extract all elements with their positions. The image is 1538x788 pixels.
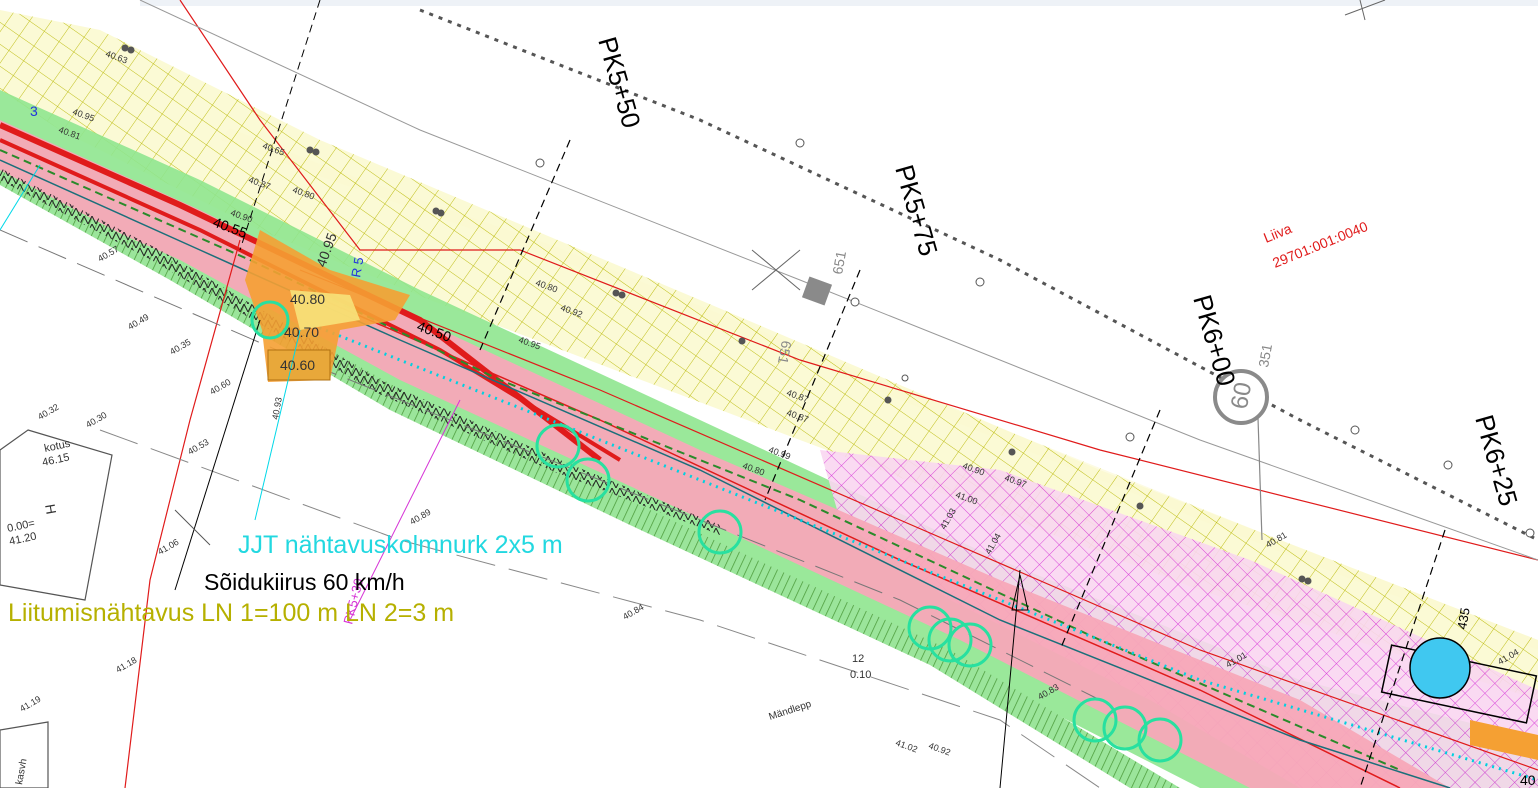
svg-text:40.60: 40.60 (208, 377, 233, 397)
well-circle (1409, 637, 1471, 699)
legend-junction-visibility: Liitumisnähtavus LN 1=100 m LN 2=3 m (8, 599, 454, 627)
svg-text:41.02: 41.02 (894, 737, 919, 754)
label-tree-count: 12 (852, 653, 864, 665)
svg-text:40.89: 40.89 (408, 507, 433, 527)
map-canvas[interactable]: PK5+50 PK5+75 PK6+00 PK6+25 Liiva 29701:… (0, 0, 1538, 788)
legend-visibility-triangle: JJT nähtavuskolmnurk 2x5 m (238, 531, 563, 559)
label-40: 40 (1520, 772, 1536, 788)
elev-40-60-big: 40.60 (280, 357, 315, 373)
label-351: 351 (1255, 343, 1275, 369)
road-plan-drawing: PK5+50 PK5+75 PK6+00 PK6+25 Liiva 29701:… (0, 0, 1538, 788)
svg-text:41.19: 41.19 (18, 694, 43, 714)
label-kasvh: kasvh (14, 758, 29, 786)
station-label-pk6-25: PK6+25 (1469, 411, 1524, 509)
label-3: 3 (30, 103, 38, 119)
grey-square-object (801, 276, 833, 306)
svg-text:40.84: 40.84 (621, 602, 646, 622)
svg-text:40.93: 40.93 (270, 396, 284, 420)
kotus-diagonal (174, 509, 211, 546)
speed-sign-post (1257, 417, 1263, 541)
svg-text:40.57: 40.57 (96, 244, 121, 264)
speed-sign-value: 60 (1226, 380, 1257, 411)
svg-text:40.53: 40.53 (186, 437, 211, 457)
elev-40-80-big: 40.80 (290, 291, 325, 307)
elev-40-70-big: 40.70 (284, 324, 319, 340)
parcel-name: Liiva (1261, 220, 1294, 246)
station-label-pk5-50: PK5+50 (592, 33, 647, 131)
survey-cross (751, 0, 1386, 291)
svg-text:40.92: 40.92 (927, 740, 952, 757)
station-label-pk6-00: PK6+00 (1187, 291, 1242, 389)
svg-text:40.49: 40.49 (126, 312, 151, 332)
top-strip (140, 0, 1538, 6)
svg-text:41.18: 41.18 (114, 655, 139, 675)
label-651a: 651 (829, 250, 849, 276)
svg-text:40.35: 40.35 (168, 337, 193, 357)
legend-speed: Sõidukiirus 60 km/h (204, 569, 405, 595)
svg-text:40.30: 40.30 (84, 410, 109, 430)
label-mandlepp: Mändlepp (768, 699, 814, 723)
label-tree-size: 0.10 (850, 669, 871, 681)
label-h: H (42, 503, 60, 516)
station-label-pk5-75: PK5+75 (889, 161, 944, 259)
svg-text:40.32: 40.32 (36, 402, 61, 422)
